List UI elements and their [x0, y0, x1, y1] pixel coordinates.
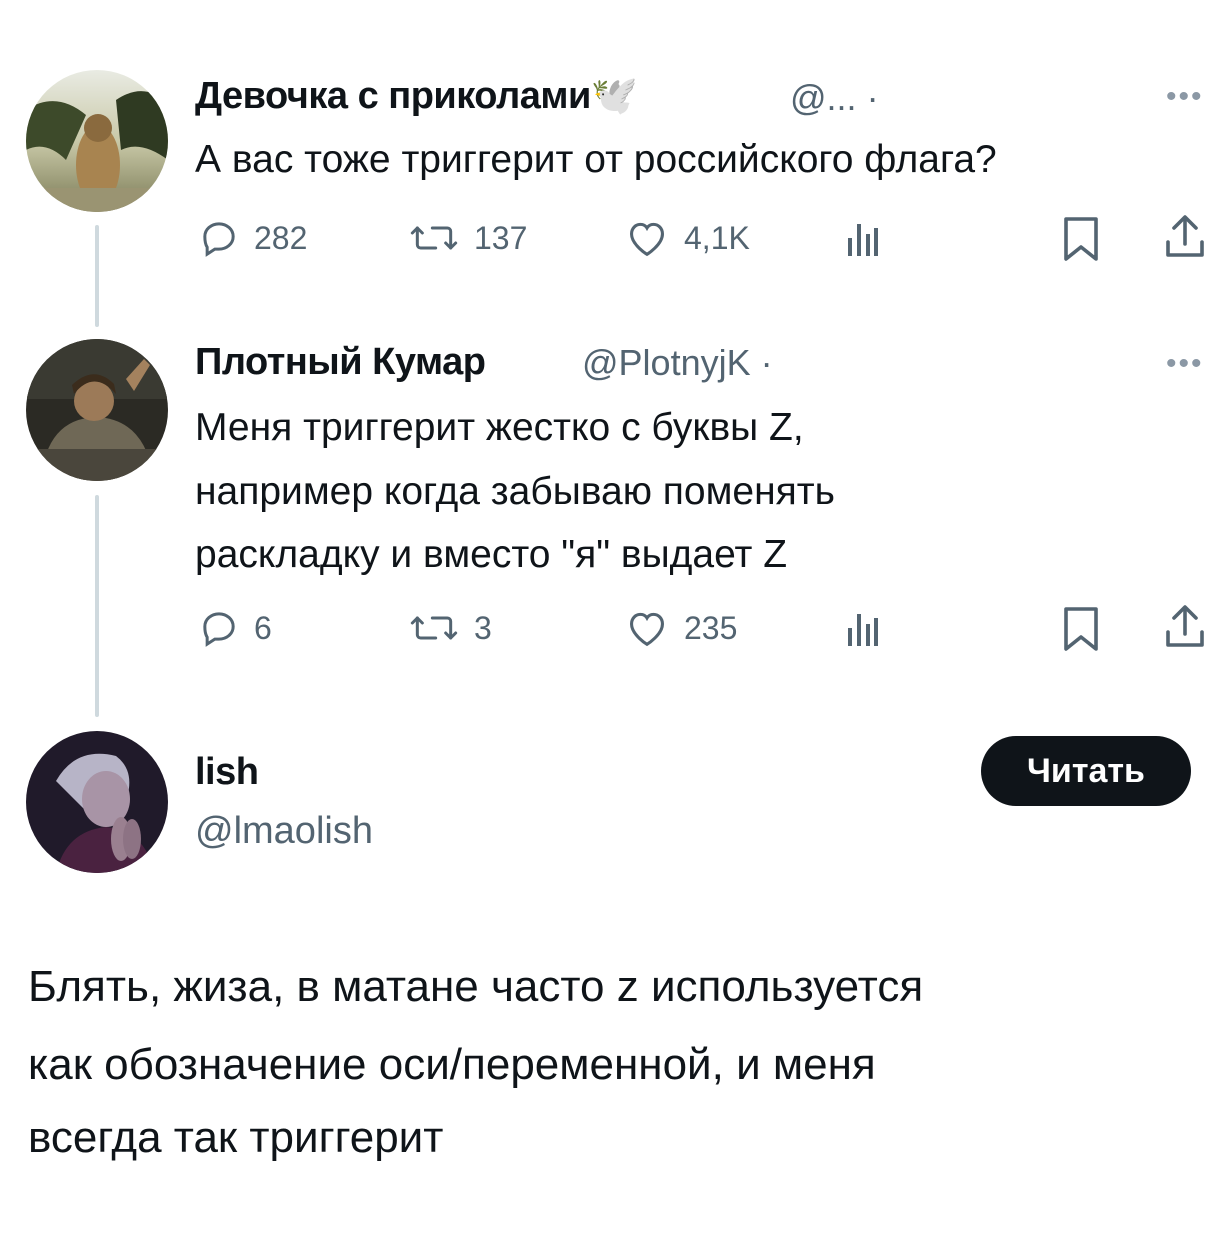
thread-line-2	[95, 495, 99, 717]
share-button[interactable]	[1164, 214, 1206, 260]
bookmark-icon	[1064, 607, 1098, 651]
reply-icon	[203, 612, 235, 647]
avatar-tweet1[interactable]	[26, 70, 168, 212]
tweet1-author-name[interactable]: Девочка с приколами🕊️	[195, 74, 638, 118]
views-button[interactable]	[846, 220, 880, 258]
reply-button[interactable]: 282	[198, 218, 307, 258]
share-icon	[1166, 215, 1204, 257]
tweet2-text-line-1: Меня триггерит жестко с буквы Z,	[195, 406, 804, 449]
main-text-line-1: Блять, жиза, в матане часто z использует…	[28, 962, 924, 1011]
views-icon	[848, 224, 878, 256]
share-icon	[1166, 605, 1204, 647]
share-button[interactable]	[1164, 604, 1206, 650]
main-text-line-3: всегда так триггерит	[28, 1113, 444, 1162]
bookmark-icon	[1064, 217, 1098, 261]
reply-count: 282	[254, 219, 308, 256]
bookmark-button[interactable]	[1062, 216, 1100, 262]
tweet2-text-line-3: раскладку и вместо "я" выдает Z	[195, 533, 788, 576]
retweet-icon	[410, 616, 458, 640]
reply-count: 6	[254, 609, 272, 646]
avatar-tweet2[interactable]	[26, 339, 168, 481]
tweet2-author-name[interactable]: Плотный Кумар	[195, 341, 486, 384]
like-count: 4,1K	[684, 219, 750, 256]
bookmark-button[interactable]	[1062, 606, 1100, 652]
like-icon	[629, 612, 665, 647]
reply-icon	[203, 222, 235, 257]
views-icon	[848, 614, 878, 646]
tweet2-handle[interactable]: @PlotnyjK ·	[582, 342, 773, 384]
retweet-button[interactable]: 3	[408, 608, 492, 648]
tweet2-text-line-2: например когда забываю поменять	[195, 470, 835, 513]
retweet-button[interactable]: 137	[408, 218, 527, 258]
tweet2-more-icon[interactable]: •••	[1166, 347, 1204, 381]
thread-line-1	[95, 225, 99, 327]
retweet-count: 137	[474, 219, 528, 256]
like-button[interactable]: 4,1K	[624, 218, 750, 258]
tweet1-text: А вас тоже триггерит от российского флаг…	[195, 138, 997, 181]
like-count: 235	[684, 609, 738, 646]
main-text-line-2: как обозначение оси/переменной, и меня	[28, 1040, 876, 1089]
tweet1-handle[interactable]: @... ·	[790, 77, 879, 119]
avatar-main[interactable]	[26, 731, 168, 873]
like-icon	[629, 222, 665, 257]
reply-button[interactable]: 6	[198, 608, 272, 648]
retweet-count: 3	[474, 609, 492, 646]
dove-emoji: 🕊️	[590, 75, 638, 117]
like-button[interactable]: 235	[624, 608, 737, 648]
views-button[interactable]	[846, 610, 880, 648]
tweet1-more-icon[interactable]: •••	[1166, 80, 1204, 114]
follow-button[interactable]: Читать	[981, 736, 1191, 806]
main-author-name[interactable]: lish	[195, 751, 259, 794]
retweet-icon	[410, 226, 458, 250]
main-author-handle[interactable]: @lmaolish	[195, 810, 373, 853]
